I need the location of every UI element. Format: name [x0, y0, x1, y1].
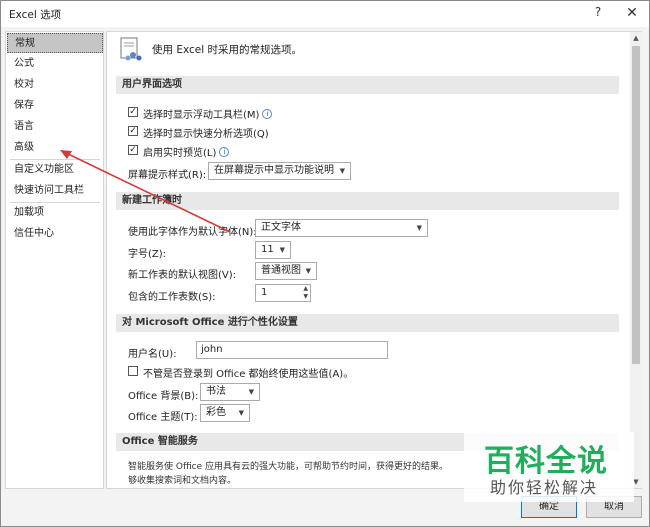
- sidebar-item-save[interactable]: 保存: [7, 96, 103, 116]
- help-button[interactable]: ?: [591, 5, 605, 21]
- options-sidebar: 常规 公式 校对 保存 语言 高级 自定义功能区 快速访问工具栏 加载项 信任中…: [5, 31, 104, 489]
- live-preview-label: 启用实时预览(L) i: [143, 144, 230, 159]
- font-size-label: 字号(Z):: [128, 249, 167, 260]
- sidebar-item-trust-center[interactable]: 信任中心: [7, 224, 103, 244]
- live-preview-checkbox[interactable]: ✓: [128, 145, 138, 155]
- default-view-select[interactable]: 普通视图 ▼: [255, 262, 317, 280]
- chevron-down-icon: ▼: [248, 388, 254, 396]
- always-use-values-label: 不管是否登录到 Office 都始终使用这些值(A)。: [143, 369, 354, 380]
- chevron-down-icon: ▼: [339, 167, 345, 175]
- office-background-label: Office 背景(B):: [128, 391, 199, 402]
- info-icon: i: [219, 147, 230, 157]
- chevron-down-icon: ▼: [416, 224, 422, 232]
- intelligent-services-desc-line2: 够收集搜索词和文档内容。: [128, 476, 237, 486]
- sidebar-item-formulas[interactable]: 公式: [7, 54, 103, 74]
- title-bar: Excel 选项 ? ✕: [1, 1, 649, 27]
- scroll-thumb[interactable]: [632, 46, 640, 364]
- office-theme-value: 彩色: [206, 407, 226, 418]
- quick-analysis-label: 选择时显示快速分析选项(Q): [143, 129, 269, 140]
- default-view-label: 新工作表的默认视图(V):: [128, 270, 237, 281]
- sidebar-item-quick-access-toolbar[interactable]: 快速访问工具栏: [7, 181, 103, 201]
- chevron-down-icon: ▼: [238, 409, 244, 417]
- chevron-down-icon: ▼: [279, 246, 285, 254]
- office-theme-select[interactable]: 彩色 ▼: [200, 404, 250, 422]
- live-preview-text: 启用实时预览(L): [143, 148, 217, 159]
- screentip-style-value: 在屏幕提示中显示功能说明: [214, 165, 334, 176]
- sidebar-item-advanced[interactable]: 高级: [7, 138, 103, 158]
- office-background-select[interactable]: 书法 ▼: [200, 383, 260, 401]
- sidebar-item-language[interactable]: 语言: [7, 117, 103, 137]
- quick-analysis-checkbox[interactable]: ✓: [128, 126, 138, 136]
- floating-toolbar-label: 选择时显示浮动工具栏(M) i: [143, 106, 273, 121]
- section-new-workbook: 新建工作簿时: [116, 192, 619, 210]
- section-personalize-office: 对 Microsoft Office 进行个性化设置: [116, 314, 619, 332]
- floating-toolbar-text: 选择时显示浮动工具栏(M): [143, 110, 260, 121]
- dialog-title: Excel 选项: [9, 9, 62, 21]
- sheet-count-label: 包含的工作表数(S):: [128, 292, 216, 303]
- general-options-icon: [120, 37, 142, 61]
- close-button[interactable]: ✕: [622, 3, 642, 23]
- office-background-value: 书法: [206, 386, 226, 397]
- always-use-values-checkbox[interactable]: [128, 366, 138, 376]
- office-theme-label: Office 主题(T):: [128, 412, 198, 423]
- sidebar-item-proofing[interactable]: 校对: [7, 75, 103, 95]
- chevron-down-icon: ▼: [305, 267, 311, 275]
- watermark-logo: 百科全说 助你轻松解决: [464, 432, 634, 502]
- default-font-label: 使用此字体作为默认字体(N):: [128, 227, 257, 238]
- font-size-value: 11: [261, 244, 274, 255]
- sheet-count-spinner[interactable]: 1 ▲ ▼: [255, 284, 311, 302]
- default-font-select[interactable]: 正文字体 ▼: [255, 219, 428, 237]
- watermark-sub-text: 助你轻松解决: [490, 478, 599, 497]
- sheet-count-value: 1: [261, 287, 268, 298]
- default-font-value: 正文字体: [261, 222, 301, 233]
- spin-down-icon[interactable]: ▼: [303, 293, 308, 301]
- info-icon: i: [262, 109, 273, 119]
- vertical-scrollbar[interactable]: ▲ ▼: [630, 32, 642, 488]
- sidebar-item-add-ins[interactable]: 加载项: [7, 203, 103, 223]
- spin-up-icon[interactable]: ▲: [303, 285, 308, 293]
- floating-toolbar-checkbox[interactable]: ✓: [128, 107, 138, 117]
- font-size-select[interactable]: 11 ▼: [255, 241, 291, 259]
- username-label: 用户名(U):: [128, 349, 177, 360]
- intro-text: 使用 Excel 时采用的常规选项。: [152, 44, 302, 56]
- sidebar-item-general[interactable]: 常规: [7, 33, 103, 53]
- scroll-up-arrow-icon[interactable]: ▲: [630, 32, 642, 44]
- screentip-style-select[interactable]: 在屏幕提示中显示功能说明 ▼: [208, 162, 351, 180]
- intelligent-services-desc-line1: 智能服务使 Office 应用具有云的强大功能，可帮助节约时间，获得更好的结果。: [128, 462, 448, 472]
- screentip-style-label: 屏幕提示样式(R):: [128, 170, 207, 181]
- username-input[interactable]: john: [196, 341, 388, 359]
- sidebar-item-customize-ribbon[interactable]: 自定义功能区: [7, 160, 103, 180]
- section-ui-options: 用户界面选项: [116, 76, 619, 94]
- default-view-value: 普通视图: [261, 265, 301, 276]
